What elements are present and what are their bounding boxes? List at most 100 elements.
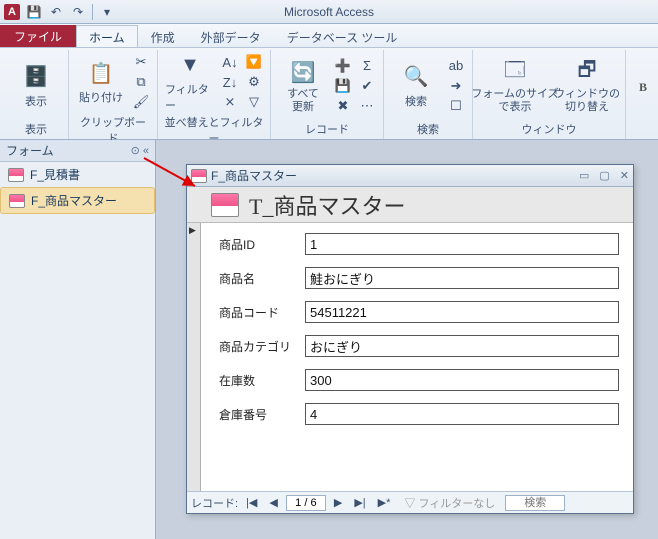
clear-sort-icon[interactable]: ⨯ — [220, 93, 240, 111]
copy-icon[interactable]: ⧉ — [131, 73, 151, 91]
field-input-product-id[interactable] — [305, 233, 619, 255]
switch-window-icon: 🗗 — [573, 58, 601, 86]
save-record-icon[interactable]: 💾 — [333, 77, 353, 95]
record-nav-label: レコード: — [191, 495, 238, 511]
totals-icon[interactable]: Σ — [357, 57, 377, 75]
toggle-filter-icon[interactable]: ▽ — [244, 93, 264, 111]
sort-desc-icon[interactable]: Z↓ — [220, 73, 240, 91]
form-icon — [8, 168, 24, 182]
field-label: 商品名 — [219, 270, 305, 287]
close-icon[interactable]: ✕ — [620, 169, 629, 182]
find-button[interactable]: 🔍 検索 — [390, 54, 442, 118]
nav-header-label: フォーム — [6, 142, 54, 159]
field-label: 在庫数 — [219, 372, 305, 389]
nav-header[interactable]: フォーム ⊙ « — [0, 140, 155, 162]
filter-label: フィルター — [165, 81, 215, 113]
field-row-warehouse: 倉庫番号 — [219, 403, 619, 425]
find-icon: 🔍 — [402, 63, 430, 91]
group-find-label: 検索 — [390, 121, 466, 139]
tab-file[interactable]: ファイル — [0, 25, 76, 47]
undo-icon[interactable]: ↶ — [48, 4, 64, 20]
select-icon[interactable]: ☐ — [446, 97, 466, 115]
field-label: 商品コード — [219, 304, 305, 321]
nav-collapse-icon[interactable]: ⊙ « — [131, 144, 149, 157]
form-detail: 商品ID 商品名 商品コード 商品カテゴリ 在庫数 — [187, 223, 633, 491]
tab-external[interactable]: 外部データ — [188, 25, 274, 47]
minimize-icon[interactable]: ▭ — [579, 169, 589, 182]
record-search-input[interactable] — [505, 495, 565, 511]
sort-asc-icon[interactable]: A↓ — [220, 53, 240, 71]
tab-home[interactable]: ホーム — [76, 25, 138, 47]
field-input-product-category[interactable] — [305, 335, 619, 357]
maximize-icon[interactable]: ▢ — [599, 169, 609, 182]
prev-record-icon[interactable]: ◀ — [265, 496, 281, 509]
filter-button[interactable]: ▼ フィルター — [164, 50, 216, 114]
filter-status-label: フィルターなし — [418, 498, 495, 510]
advanced-filter-icon[interactable]: ⚙ — [244, 73, 264, 91]
form-header-icon — [211, 193, 239, 217]
view-button[interactable]: 🗄️ 表示 — [10, 54, 62, 118]
record-selector[interactable] — [187, 223, 201, 491]
field-row-stock: 在庫数 — [219, 369, 619, 391]
cut-icon[interactable]: ✂ — [131, 53, 151, 71]
field-row-product-category: 商品カテゴリ — [219, 335, 619, 357]
form-window-title: F_商品マスター — [211, 167, 297, 184]
filter-off-icon: ▽ — [404, 498, 415, 510]
paste-button[interactable]: 📋 貼り付け — [75, 50, 127, 114]
ribbon: 🗄️ 表示 表示 📋 貼り付け ✂ ⧉ 🖌 クリップボード ▼ フィルター — [0, 48, 658, 140]
form-header: T_商品マスター — [187, 187, 633, 223]
field-label: 商品ID — [219, 236, 305, 253]
new-record-nav-icon[interactable]: ▶* — [374, 496, 395, 509]
field-input-product-code[interactable] — [305, 301, 619, 323]
group-records-label: レコード — [277, 121, 377, 139]
refresh-label: すべて 更新 — [287, 88, 319, 112]
nav-item-product-master-form[interactable]: F_商品マスター — [0, 187, 155, 214]
mdi-area: F_商品マスター ▭ ▢ ✕ T_商品マスター 商品ID 商 — [156, 140, 658, 539]
next-record-icon[interactable]: ▶ — [330, 496, 346, 509]
spelling-icon[interactable]: ✔ — [357, 77, 377, 95]
form-icon — [191, 169, 207, 183]
group-format-label — [632, 125, 658, 139]
redo-icon[interactable]: ↷ — [70, 4, 86, 20]
field-input-stock[interactable] — [305, 369, 619, 391]
qat-customize-icon[interactable]: ▾ — [99, 4, 115, 20]
last-record-icon[interactable]: ▶| — [350, 496, 369, 509]
delete-record-icon[interactable]: ✖ — [333, 97, 353, 115]
nav-item-label: F_見積書 — [30, 166, 80, 183]
bold-icon[interactable]: B — [636, 80, 650, 95]
group-window-label: ウィンドウ — [479, 121, 619, 139]
view-label: 表示 — [25, 93, 47, 109]
first-record-icon[interactable]: |◀ — [242, 496, 261, 509]
group-clipboard: 📋 貼り付け ✂ ⧉ 🖌 クリップボード — [69, 50, 158, 139]
paste-icon: 📋 — [87, 59, 115, 87]
replace-icon[interactable]: ab — [446, 57, 466, 75]
group-window: 🗔 フォームのサイズ で表示 🗗 ウィンドウの 切り替え ウィンドウ — [473, 50, 626, 139]
field-input-warehouse[interactable] — [305, 403, 619, 425]
quick-access-toolbar: 💾 ↶ ↷ ▾ — [20, 4, 121, 20]
field-row-product-code: 商品コード — [219, 301, 619, 323]
paste-label: 貼り付け — [79, 89, 123, 105]
save-icon[interactable]: 💾 — [26, 4, 42, 20]
nav-item-label: F_商品マスター — [31, 192, 117, 209]
form-titlebar[interactable]: F_商品マスター ▭ ▢ ✕ — [187, 165, 633, 187]
new-record-icon[interactable]: ➕ — [333, 57, 353, 75]
goto-icon[interactable]: ➜ — [446, 77, 466, 95]
format-painter-icon[interactable]: 🖌 — [131, 93, 151, 111]
field-input-product-name[interactable] — [305, 267, 619, 289]
form-window: F_商品マスター ▭ ▢ ✕ T_商品マスター 商品ID 商 — [186, 164, 634, 514]
selection-filter-icon[interactable]: 🔽 — [244, 53, 264, 71]
group-records: 🔄 すべて 更新 ➕ 💾 ✖ Σ ✔ ⋯ レコード — [271, 50, 384, 139]
record-position-input[interactable] — [286, 495, 326, 511]
tab-create[interactable]: 作成 — [138, 25, 188, 47]
size-form-icon: 🗔 — [501, 58, 529, 86]
tab-dbtools[interactable]: データベース ツール — [274, 25, 411, 47]
filter-status: ▽ フィルターなし — [398, 495, 501, 511]
view-icon: 🗄️ — [22, 63, 50, 91]
more-records-icon[interactable]: ⋯ — [357, 97, 377, 115]
title-bar: A 💾 ↶ ↷ ▾ Microsoft Access — [0, 0, 658, 24]
nav-item-estimate-form[interactable]: F_見積書 — [0, 162, 155, 187]
size-to-form-button[interactable]: 🗔 フォームのサイズ で表示 — [479, 54, 551, 118]
refresh-all-button[interactable]: 🔄 すべて 更新 — [277, 54, 329, 118]
form-icon — [9, 194, 25, 208]
switch-window-button[interactable]: 🗗 ウィンドウの 切り替え — [555, 54, 619, 118]
